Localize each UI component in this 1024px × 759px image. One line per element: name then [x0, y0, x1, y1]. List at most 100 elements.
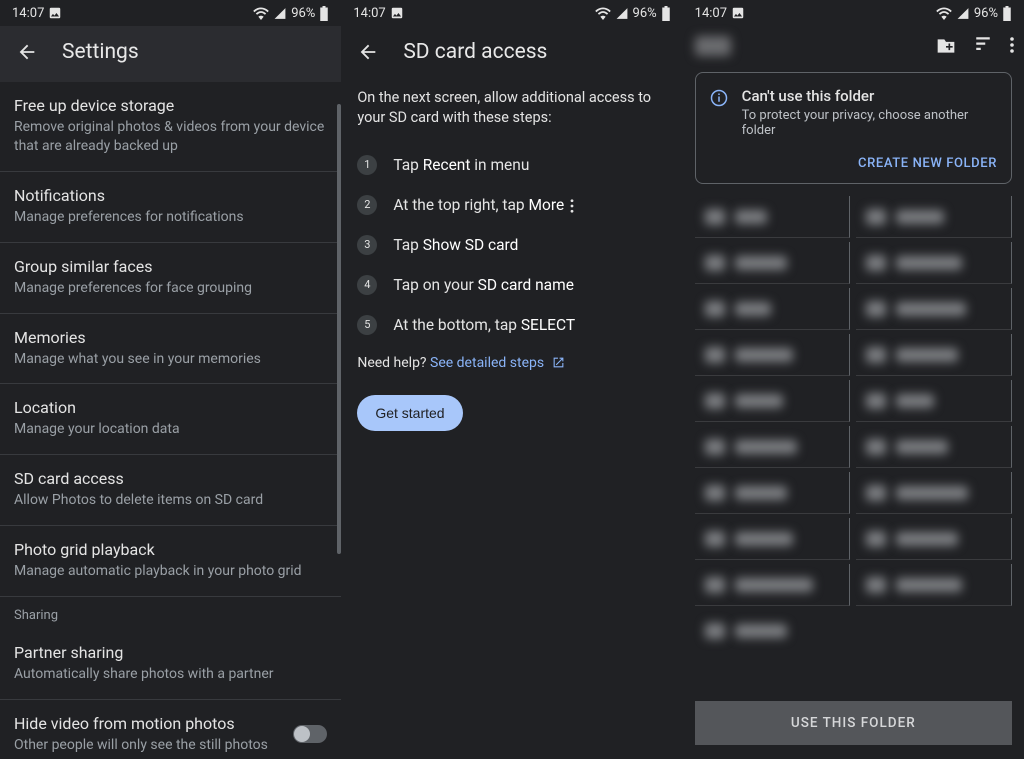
get-started-button[interactable]: Get started: [357, 395, 462, 431]
folder-icon: [705, 393, 725, 409]
help-text: Need help? See detailed steps: [341, 349, 682, 395]
setting-group-similar-faces[interactable]: Group similar faces Manage preferences f…: [0, 243, 341, 314]
folder-icon: [866, 393, 886, 409]
battery-pct: 96%: [974, 6, 998, 21]
help-link[interactable]: See detailed steps: [430, 355, 544, 371]
wifi-icon: [595, 7, 611, 20]
setting-notifications[interactable]: Notifications Manage preferences for not…: [0, 172, 341, 243]
page-title: SD card access: [403, 40, 547, 64]
setting-hide-video[interactable]: Hide video from motion photos Other peop…: [0, 700, 341, 759]
folder-icon: [866, 577, 886, 593]
battery-icon: [661, 6, 671, 21]
step-4: 4 Tap on your SD card name: [357, 265, 666, 305]
status-time: 14:07: [12, 6, 44, 21]
folder-item[interactable]: [695, 610, 851, 652]
folder-item[interactable]: [856, 426, 1012, 468]
folder-name-blurred: [896, 440, 948, 454]
folder-item[interactable]: [695, 242, 851, 284]
back-arrow-icon[interactable]: [16, 41, 38, 63]
sd-card-access-screen: 14:07 96% SD card access On the next scr…: [341, 0, 682, 759]
folder-item[interactable]: [856, 242, 1012, 284]
folder-name-blurred: [735, 624, 787, 638]
setting-sd-card-access[interactable]: SD card access Allow Photos to delete it…: [0, 455, 341, 526]
signal-icon: [273, 7, 287, 20]
settings-screen: 14:07 96% Settings Free up device storag…: [0, 0, 341, 759]
step-1: 1 Tap Recent in menu: [357, 145, 666, 185]
callout-title: Can't use this folder: [742, 87, 997, 105]
folder-name-blurred: [735, 302, 771, 316]
setting-free-up-storage[interactable]: Free up device storage Remove original p…: [0, 82, 341, 172]
folder-name-blurred: [735, 348, 793, 362]
folder-icon: [866, 531, 886, 547]
app-bar: Settings: [0, 26, 341, 82]
folder-item[interactable]: [695, 380, 851, 422]
folder-name-blurred: [896, 532, 958, 546]
folder-icon: [705, 577, 725, 593]
more-vert-icon[interactable]: [1010, 37, 1014, 53]
back-arrow-icon[interactable]: [357, 41, 379, 63]
step-2: 2 At the top right, tap More: [357, 185, 666, 225]
wifi-icon: [936, 7, 952, 20]
folder-name-blurred: [896, 486, 968, 500]
image-icon: [48, 6, 62, 20]
folder-icon: [705, 209, 725, 225]
folder-name-blurred: [896, 302, 966, 316]
battery-icon: [319, 6, 329, 21]
folder-item[interactable]: [695, 288, 851, 330]
folder-item[interactable]: [856, 196, 1012, 238]
folder-name-blurred: [735, 440, 797, 454]
folder-item[interactable]: [856, 518, 1012, 560]
folder-name-blurred: [735, 486, 787, 500]
folder-item[interactable]: [856, 334, 1012, 376]
create-new-folder-button[interactable]: CREATE NEW FOLDER: [858, 156, 997, 171]
folder-name-blurred: [896, 578, 962, 592]
info-icon: [710, 89, 728, 107]
folder-item[interactable]: [695, 426, 851, 468]
file-picker-screen: 14:07 96% Can't use this folder To prote…: [683, 0, 1024, 759]
more-vert-icon: [570, 199, 574, 213]
setting-photo-grid-playback[interactable]: Photo grid playback Manage automatic pla…: [0, 526, 341, 597]
folder-icon: [705, 485, 725, 501]
new-folder-icon[interactable]: [936, 37, 956, 55]
steps-list: 1 Tap Recent in menu 2 At the top right,…: [341, 141, 682, 349]
folder-name-blurred: [896, 256, 962, 270]
settings-list: Free up device storage Remove original p…: [0, 82, 341, 759]
folder-icon: [866, 209, 886, 225]
status-bar: 14:07 96%: [0, 0, 341, 26]
folder-icon: [866, 255, 886, 271]
signal-icon: [956, 7, 970, 20]
folder-item[interactable]: [695, 334, 851, 376]
setting-memories[interactable]: Memories Manage what you see in your mem…: [0, 314, 341, 385]
folder-item[interactable]: [856, 288, 1012, 330]
toggle-hide-video[interactable]: [293, 725, 327, 743]
status-time: 14:07: [353, 6, 385, 21]
folder-name-blurred: [735, 256, 787, 270]
folder-icon: [866, 439, 886, 455]
folder-icon: [705, 623, 725, 639]
folder-item[interactable]: [856, 564, 1012, 606]
section-header-sharing: Sharing: [0, 597, 341, 629]
battery-icon: [1002, 6, 1012, 21]
use-this-folder-button[interactable]: USE THIS FOLDER: [695, 701, 1012, 745]
folder-name-blurred: [735, 532, 793, 546]
folder-item[interactable]: [695, 518, 851, 560]
folder-item[interactable]: [695, 564, 851, 606]
folder-icon: [866, 301, 886, 317]
battery-pct: 96%: [633, 6, 657, 21]
setting-location[interactable]: Location Manage your location data: [0, 384, 341, 455]
wifi-icon: [253, 7, 269, 20]
folder-item[interactable]: [856, 472, 1012, 514]
setting-partner-sharing[interactable]: Partner sharing Automatically share phot…: [0, 629, 341, 700]
status-bar: 14:07 96%: [341, 0, 682, 26]
folder-icon: [705, 301, 725, 317]
step-3: 3 Tap Show SD card: [357, 225, 666, 265]
folder-item[interactable]: [856, 380, 1012, 422]
folder-item[interactable]: [695, 472, 851, 514]
folder-icon: [866, 485, 886, 501]
image-icon: [731, 6, 745, 20]
folder-item[interactable]: [695, 196, 851, 238]
folder-icon: [705, 347, 725, 363]
app-bar: SD card access: [341, 26, 682, 82]
sort-icon[interactable]: [974, 37, 992, 51]
open-in-new-icon: [552, 356, 565, 369]
